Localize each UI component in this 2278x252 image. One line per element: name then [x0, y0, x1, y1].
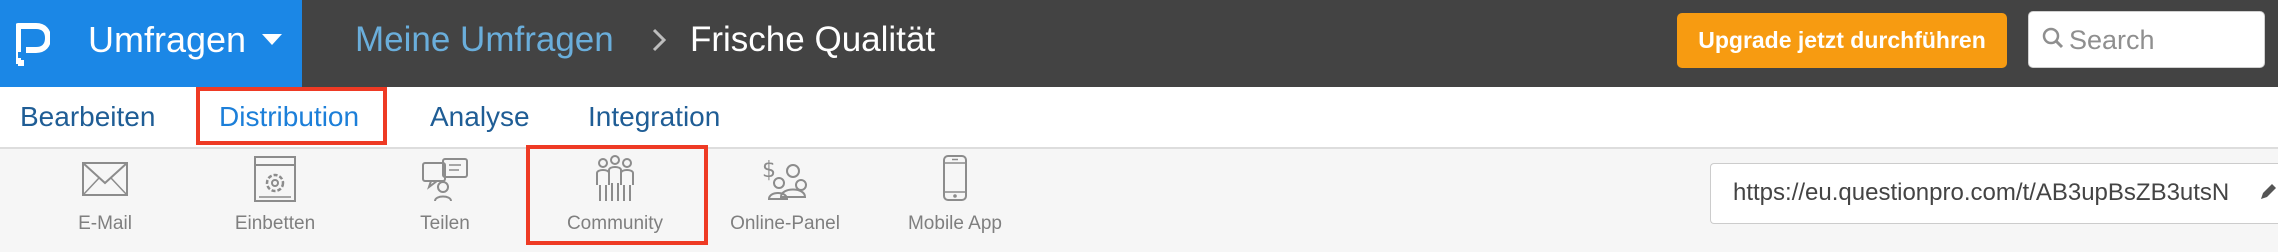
survey-url[interactable]: https://eu.questionpro.com/t/AB3upBsZB3u… [1733, 178, 2229, 208]
survey-url-field[interactable]: https://eu.questionpro.com/t/AB3upBsZB3u… [1710, 163, 2278, 224]
tool-label: Einbetten [234, 213, 316, 234]
breadcrumb-current: Frische Qualität [690, 20, 936, 59]
tool-label: Teilen [420, 213, 470, 234]
highlight-box [526, 145, 708, 245]
share-icon [422, 158, 468, 202]
tool-share[interactable]: Teilen [365, 151, 525, 247]
upgrade-button[interactable]: Upgrade jetzt durchführen [1677, 13, 2007, 68]
tool-online-panel[interactable]: $ Online-Panel [705, 151, 865, 247]
tool-mobile-app[interactable]: Mobile App [875, 151, 1035, 247]
distribution-toolbar: E-Mail Einbetten Teilen Community $ Onli… [0, 149, 2278, 252]
tool-label: Mobile App [907, 213, 1002, 234]
chevron-right-icon [652, 28, 667, 52]
tab-integration[interactable]: Integration [588, 101, 720, 133]
mobile-app-icon [943, 155, 967, 201]
caret-down-icon [262, 34, 282, 45]
tab-bearbeiten[interactable]: Bearbeiten [20, 101, 155, 133]
search-input[interactable]: Search [2028, 11, 2265, 68]
app-switcher[interactable]: Umfragen [0, 0, 302, 87]
highlight-box [196, 87, 387, 145]
app-name: Umfragen [88, 19, 247, 60]
top-header: Umfragen Meine Umfragen Frische Qualität… [0, 0, 2278, 87]
envelope-icon [82, 162, 128, 196]
tool-label: Online-Panel [730, 213, 840, 234]
online-panel-icon: $ [762, 158, 807, 200]
tool-label: E-Mail [78, 213, 132, 234]
pencil-icon[interactable] [2258, 182, 2278, 202]
svg-text:$: $ [762, 158, 776, 183]
tab-analyse[interactable]: Analyse [430, 101, 530, 133]
embed-icon [254, 156, 296, 202]
tool-email[interactable]: E-Mail [25, 151, 185, 247]
search-icon [2042, 27, 2064, 49]
tool-embed[interactable]: Einbetten [195, 151, 355, 247]
questionpro-logo [16, 23, 50, 66]
search-placeholder: Search [2069, 25, 2155, 55]
breadcrumb-root[interactable]: Meine Umfragen [355, 18, 614, 62]
